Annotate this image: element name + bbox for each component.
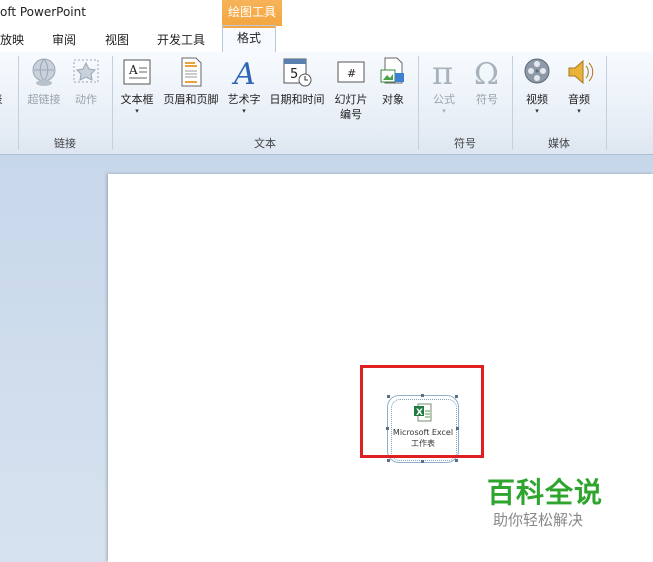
tab-slideshow[interactable]: 放映 — [0, 31, 24, 48]
symbol-label: 符号 — [476, 93, 498, 106]
slide-number-button[interactable]: # 幻灯片 编号 — [331, 56, 371, 122]
wordart-icon: A — [228, 56, 260, 92]
drawing-tools-context-header: 绘图工具 — [222, 0, 282, 26]
action-button[interactable]: 动作 — [70, 56, 102, 107]
equation-button[interactable]: π 公式 ▾ — [425, 54, 463, 115]
svg-text:A: A — [128, 63, 138, 77]
datetime-label: 日期和时间 — [269, 93, 325, 106]
textbox-dropdown-arrow[interactable]: ▾ — [117, 107, 157, 115]
svg-text:Ω: Ω — [474, 57, 499, 88]
globe-link-icon — [28, 56, 60, 88]
audio-label: 音频 — [568, 93, 590, 106]
group-label-links: 链接 — [54, 137, 76, 150]
app-title: oft PowerPoint — [0, 5, 86, 19]
object-button[interactable]: 对象 — [375, 56, 411, 107]
tab-format[interactable]: 格式 — [222, 25, 277, 53]
svg-text:#: # — [347, 67, 356, 80]
calendar-clock-icon: 5 — [281, 56, 313, 88]
symbol-button[interactable]: Ω 符号 — [468, 56, 506, 107]
textbox-icon: A — [121, 56, 153, 88]
watermark-brand: 百科全说 — [487, 476, 604, 509]
group-label-text: 文本 — [254, 137, 276, 150]
object-label: 对象 — [382, 93, 404, 106]
textbox-button[interactable]: A 文本框 ▾ — [117, 56, 157, 115]
textbox-label: 文本框 — [120, 93, 154, 106]
svg-text:5: 5 — [290, 67, 298, 82]
video-dropdown-arrow[interactable]: ▾ — [518, 107, 556, 115]
watermark-subtitle: 助你轻松解决 — [493, 511, 584, 529]
slide-number-label-2: 编号 — [340, 108, 362, 121]
group-label-symbols: 符号 — [454, 137, 476, 150]
wordart-button[interactable]: A 艺术字 ▾ — [225, 56, 263, 115]
action-star-icon — [70, 56, 102, 88]
slide-canvas[interactable]: X Microsoft Excel 工作表 百科全说 助你轻松解决 — [108, 174, 653, 562]
video-label: 视频 — [526, 93, 548, 106]
group-separator — [606, 56, 607, 150]
video-button[interactable]: 视频 ▾ — [518, 56, 556, 115]
group-label-media: 媒体 — [548, 137, 570, 150]
equation-dropdown-arrow[interactable]: ▾ — [425, 107, 463, 115]
omega-icon: Ω — [471, 56, 503, 92]
slide-number-icon: # — [335, 56, 367, 88]
wordart-dropdown-arrow[interactable]: ▾ — [225, 107, 263, 115]
resize-handle-bottom-right[interactable] — [455, 459, 458, 462]
resize-handle-bottom[interactable] — [421, 460, 424, 463]
resize-handle-bottom-left[interactable] — [387, 459, 390, 462]
ribbon: 表 超链接 动作 链接 A — [0, 52, 653, 155]
insert-object-icon — [377, 56, 409, 88]
tab-view[interactable]: 视图 — [105, 31, 129, 48]
audio-button[interactable]: 音频 ▾ — [560, 56, 598, 115]
datetime-button[interactable]: 5 日期和时间 — [266, 56, 328, 107]
svg-text:A: A — [231, 57, 256, 88]
action-label: 动作 — [75, 93, 97, 106]
header-footer-label: 页眉和页脚 — [163, 93, 219, 106]
ribbon-tabs: 放映 审阅 视图 开发工具 格式 — [0, 25, 653, 53]
slide-number-label-1: 幻灯片 — [334, 93, 368, 106]
pi-icon: π — [428, 54, 460, 92]
tab-developer[interactable]: 开发工具 — [157, 31, 205, 48]
cut-off-label: 表 — [0, 92, 8, 107]
wordart-label: 艺术字 — [227, 93, 261, 106]
header-footer-button[interactable]: 页眉和页脚 — [160, 56, 222, 107]
hyperlink-label: 超链接 — [27, 93, 61, 106]
title-bar: oft PowerPoint 绘图工具 — [0, 0, 653, 26]
red-highlight-box — [360, 365, 484, 458]
equation-label: 公式 — [433, 93, 455, 106]
speaker-icon — [563, 56, 595, 88]
cut-off-command[interactable]: 表 — [0, 56, 8, 107]
film-reel-icon — [521, 56, 553, 88]
svg-text:π: π — [432, 56, 453, 88]
hyperlink-button[interactable]: 超链接 — [25, 56, 63, 107]
table-icon — [0, 56, 7, 88]
slide-workspace: X Microsoft Excel 工作表 百科全说 助你轻松解决 — [0, 155, 653, 562]
audio-dropdown-arrow[interactable]: ▾ — [560, 107, 598, 115]
header-footer-icon — [175, 56, 207, 88]
tab-review[interactable]: 审阅 — [52, 31, 76, 48]
